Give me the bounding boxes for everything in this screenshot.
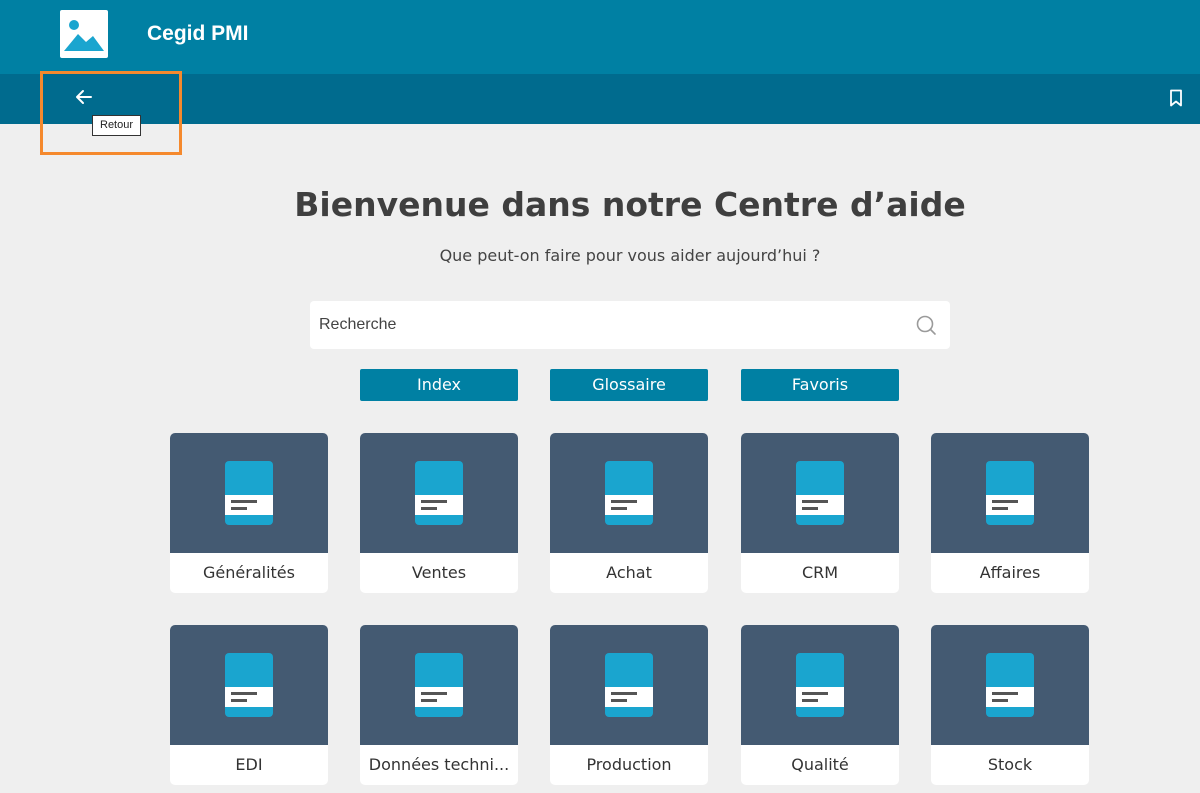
book-icon xyxy=(796,461,844,525)
app-title: Cegid PMI xyxy=(147,22,249,45)
tile-label: Affaires xyxy=(979,563,1041,582)
tile-label: Généralités xyxy=(203,563,295,582)
bookmark-icon xyxy=(1170,89,1182,107)
index-button[interactable]: Index xyxy=(360,369,518,401)
search-icon[interactable] xyxy=(914,313,938,337)
book-icon xyxy=(796,653,844,717)
tile-label: Achat xyxy=(606,563,652,582)
tile-label: Données techni... xyxy=(368,755,510,774)
tile-donnees-techniques[interactable]: Données techni... xyxy=(360,625,518,785)
book-icon xyxy=(986,653,1034,717)
tile-crm[interactable]: CRM xyxy=(741,433,899,593)
book-icon xyxy=(415,461,463,525)
tile-production[interactable]: Production xyxy=(550,625,708,785)
glossary-button[interactable]: Glossaire xyxy=(550,369,708,401)
tile-label: CRM xyxy=(801,563,839,582)
tile-label: Ventes xyxy=(411,563,467,582)
tile-edi[interactable]: EDI xyxy=(170,625,328,785)
tile-qualite[interactable]: Qualité xyxy=(741,625,899,785)
tile-ventes[interactable]: Ventes xyxy=(360,433,518,593)
tile-label: EDI xyxy=(235,755,263,774)
book-icon xyxy=(225,461,273,525)
book-icon xyxy=(986,461,1034,525)
book-icon xyxy=(605,653,653,717)
logo-image-icon xyxy=(60,10,108,58)
tile-stock[interactable]: Stock xyxy=(931,625,1089,785)
book-icon xyxy=(225,653,273,717)
tile-label: Stock xyxy=(987,755,1033,774)
book-icon xyxy=(605,461,653,525)
page-title: Bienvenue dans notre Centre d’aide xyxy=(294,185,966,224)
tile-label: Qualité xyxy=(791,755,849,774)
search-input[interactable] xyxy=(310,301,900,349)
tile-achat[interactable]: Achat xyxy=(550,433,708,593)
page-subtitle: Que peut-on faire pour vous aider aujour… xyxy=(439,246,821,265)
tile-label: Production xyxy=(586,755,672,774)
favorites-button[interactable]: Favoris xyxy=(741,369,899,401)
bookmark-button[interactable] xyxy=(1166,88,1186,108)
tile-affaires[interactable]: Affaires xyxy=(931,433,1089,593)
search-box xyxy=(310,301,950,349)
book-icon xyxy=(415,653,463,717)
tile-generalites[interactable]: Généralités xyxy=(170,433,328,593)
highlight-frame xyxy=(40,71,182,155)
